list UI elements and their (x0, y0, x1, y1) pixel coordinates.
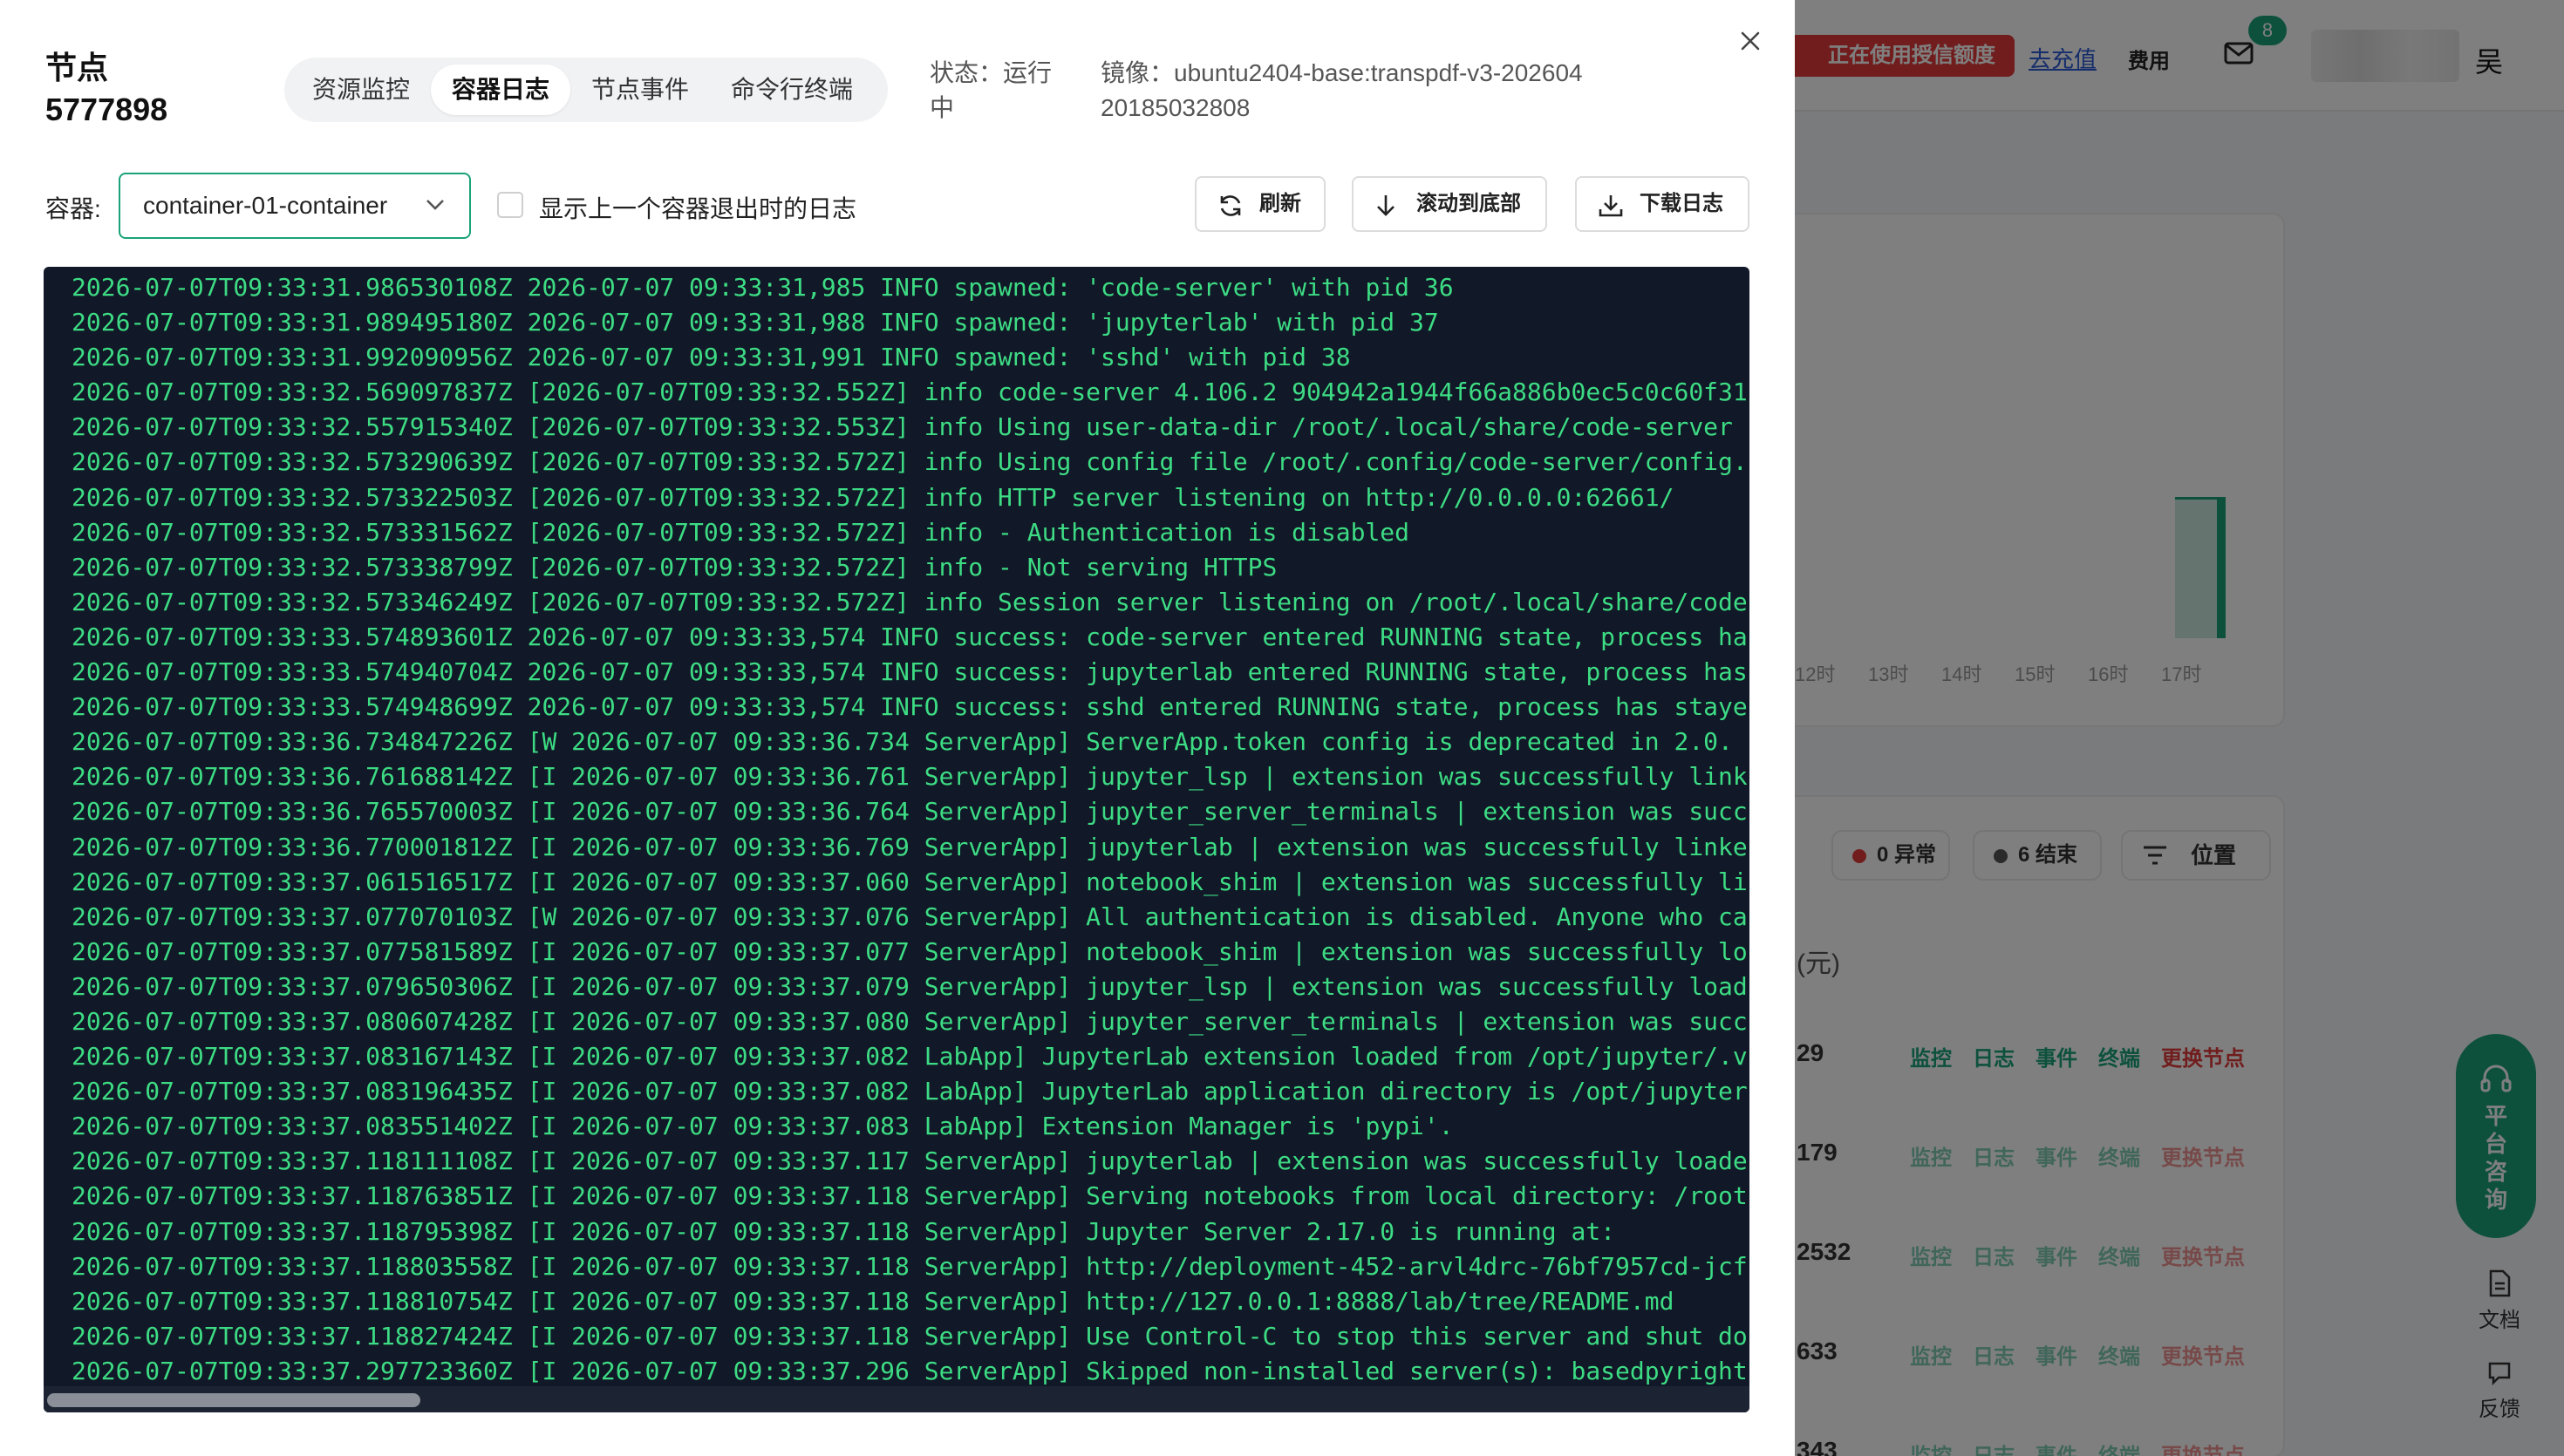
log-line: 2026-07-07T09:33:32.573338799Z [2026-07-… (72, 552, 1278, 582)
log-line: 2026-07-07T09:33:37.077581589Z [I 2026-0… (72, 936, 1748, 966)
log-line: 2026-07-07T09:33:32.557915340Z [2026-07-… (72, 412, 1733, 442)
show-previous-checkbox[interactable] (497, 192, 523, 218)
node-image: 镜像：ubuntu2404-base:transpdf-v3-202604201… (1101, 56, 1589, 126)
download-log-button[interactable]: 下载日志 (1575, 176, 1749, 232)
log-line: 2026-07-07T09:33:37.077070103Z [W 2026-0… (72, 901, 1748, 931)
log-line: 2026-07-07T09:33:37.080607428Z [I 2026-0… (72, 1006, 1748, 1036)
log-line: 2026-07-07T09:33:37.118111108Z [I 2026-0… (72, 1146, 1748, 1176)
show-previous-label: 显示上一个容器退出时的日志 (539, 195, 857, 222)
log-viewer[interactable]: 2026-07-07T09:33:31.986530108Z 2026-07-0… (44, 267, 1749, 1412)
image-label: 镜像： (1101, 59, 1175, 86)
scroll-to-bottom-label: 滚动到底部 (1416, 192, 1521, 215)
log-line: 2026-07-07T09:33:36.770001812Z [I 2026-0… (72, 832, 1748, 861)
log-line: 2026-07-07T09:33:37.083551402Z [I 2026-0… (72, 1112, 1454, 1141)
close-icon[interactable] (1735, 26, 1765, 56)
log-line: 2026-07-07T09:33:37.118795398Z [I 2026-0… (72, 1216, 1616, 1246)
scroll-to-bottom-button[interactable]: 滚动到底部 (1352, 176, 1547, 232)
log-line: 2026-07-07T09:33:31.992090956Z 2026-07-0… (72, 343, 1351, 372)
horizontal-scrollbar[interactable] (44, 1386, 1749, 1412)
modal-tabs: 资源监控 容器日志 节点事件 命令行终端 (284, 58, 888, 122)
log-line: 2026-07-07T09:33:36.765570003Z [I 2026-0… (72, 797, 1748, 827)
container-select-value: container-01-container (143, 192, 388, 219)
refresh-label: 刷新 (1259, 192, 1301, 215)
arrow-down-icon (1377, 195, 1395, 216)
refresh-button[interactable]: 刷新 (1195, 176, 1326, 232)
log-line: 2026-07-07T09:33:37.079650306Z [I 2026-0… (72, 971, 1748, 1001)
log-line: 2026-07-07T09:33:33.574948699Z 2026-07-0… (72, 692, 1748, 722)
node-status: 状态：运行中 (930, 56, 1069, 126)
log-line: 2026-07-07T09:33:37.297723360Z [I 2026-0… (72, 1356, 1748, 1385)
tab-container-logs[interactable]: 容器日志 (431, 65, 571, 115)
container-select-label: 容器: (45, 195, 101, 222)
log-line: 2026-07-07T09:33:37.061516517Z [I 2026-0… (72, 867, 1748, 896)
log-line: 2026-07-07T09:33:32.573290639Z [2026-07-… (72, 447, 1748, 477)
log-line: 2026-07-07T09:33:36.761688142Z [I 2026-0… (72, 762, 1748, 792)
modal-title-label: 节点 (45, 50, 109, 85)
log-line: 2026-07-07T09:33:32.573331562Z [2026-07-… (72, 517, 1410, 547)
log-line: 2026-07-07T09:33:32.573322503Z [2026-07-… (72, 482, 1674, 512)
log-line: 2026-07-07T09:33:37.083167143Z [I 2026-0… (72, 1042, 1748, 1072)
log-lines: 2026-07-07T09:33:31.986530108Z 2026-07-0… (72, 270, 1749, 1386)
modal-title: 节点 5777898 (45, 47, 167, 131)
log-line: 2026-07-07T09:33:37.118810754Z [I 2026-0… (72, 1286, 1674, 1316)
log-line: 2026-07-07T09:33:33.574940704Z 2026-07-0… (72, 657, 1748, 687)
log-line: 2026-07-07T09:33:31.989495180Z 2026-07-0… (72, 308, 1439, 337)
status-label: 状态： (930, 59, 1004, 86)
node-detail-modal: 节点 5777898 资源监控 容器日志 节点事件 命令行终端 状态：运行中 镜… (0, 0, 1795, 1456)
download-icon (1599, 195, 1623, 217)
log-line: 2026-07-07T09:33:33.574893601Z 2026-07-0… (72, 622, 1748, 651)
log-line: 2026-07-07T09:33:37.118827424Z [I 2026-0… (72, 1321, 1748, 1351)
log-line: 2026-07-07T09:33:36.734847226Z [W 2026-0… (72, 727, 1733, 757)
log-line: 2026-07-07T09:33:32.573346249Z [2026-07-… (72, 587, 1748, 616)
scrollbar-thumb[interactable] (47, 1393, 420, 1407)
tab-resource-monitor[interactable]: 资源监控 (291, 65, 431, 115)
node-id: 5777898 (45, 92, 168, 127)
download-log-label: 下载日志 (1640, 192, 1723, 215)
chevron-down-icon (426, 200, 444, 210)
tab-node-events[interactable]: 节点事件 (570, 65, 710, 115)
log-line: 2026-07-07T09:33:37.083196435Z [I 2026-0… (72, 1077, 1748, 1106)
container-select[interactable]: container-01-container (119, 173, 471, 239)
log-line: 2026-07-07T09:33:37.118763851Z [I 2026-0… (72, 1181, 1748, 1211)
refresh-icon (1220, 195, 1241, 216)
log-line: 2026-07-07T09:33:37.118803558Z [I 2026-0… (72, 1251, 1748, 1281)
log-line: 2026-07-07T09:33:31.986530108Z 2026-07-0… (72, 273, 1454, 302)
log-line: 2026-07-07T09:33:32.569097837Z [2026-07-… (72, 378, 1748, 407)
tab-terminal[interactable]: 命令行终端 (710, 65, 874, 115)
